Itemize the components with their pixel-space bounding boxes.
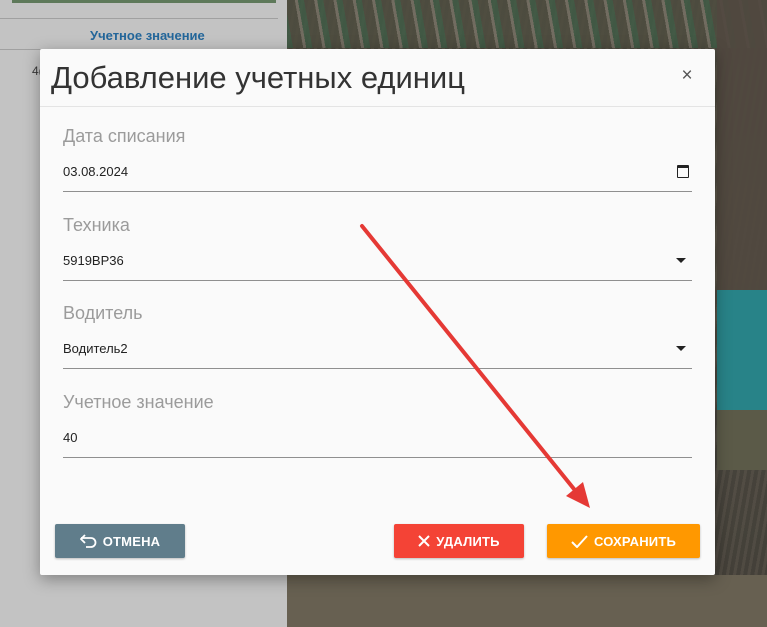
writeoff-date-field: Дата списания 03.08.2024 xyxy=(63,125,692,192)
save-label: СОХРАНИТЬ xyxy=(593,533,677,549)
undo-icon xyxy=(79,534,97,548)
chevron-down-icon[interactable] xyxy=(676,258,686,263)
delete-label: УДАЛИТЬ xyxy=(436,533,500,549)
check-icon xyxy=(571,534,588,548)
add-accounting-units-dialog: Добавление учетных единиц × Дата списани… xyxy=(40,49,715,575)
cancel-label: ОТМЕНА xyxy=(102,533,161,549)
save-button[interactable]: СОХРАНИТЬ xyxy=(547,524,700,558)
account-value-input[interactable]: 40 xyxy=(63,425,692,458)
driver-value: Водитель2 xyxy=(63,341,128,356)
account-value-value: 40 xyxy=(63,430,78,445)
writeoff-date-label: Дата списания xyxy=(63,126,186,146)
equipment-label: Техника xyxy=(63,215,130,235)
driver-select[interactable]: Водитель2 xyxy=(63,336,692,369)
chevron-down-icon[interactable] xyxy=(676,346,686,351)
writeoff-date-value: 03.08.2024 xyxy=(63,164,129,179)
account-value-field: Учетное значение 40 xyxy=(63,391,692,458)
close-icon xyxy=(418,535,431,547)
driver-field: Водитель Водитель2 xyxy=(63,302,692,369)
account-value-label: Учетное значение xyxy=(63,392,214,412)
dialog-header: Добавление учетных единиц × xyxy=(40,49,715,107)
driver-label: Водитель xyxy=(63,303,143,323)
close-icon[interactable]: × xyxy=(677,66,697,86)
dialog-title: Добавление учетных единиц xyxy=(51,60,465,95)
equipment-value: 5919ВР36 xyxy=(63,253,124,268)
cancel-button[interactable]: ОТМЕНА xyxy=(55,524,185,558)
equipment-field: Техника 5919ВР36 xyxy=(63,214,692,281)
writeoff-date-input[interactable]: 03.08.2024 xyxy=(63,159,692,192)
calendar-icon[interactable] xyxy=(677,165,689,178)
equipment-select[interactable]: 5919ВР36 xyxy=(63,248,692,281)
delete-button[interactable]: УДАЛИТЬ xyxy=(394,524,524,558)
